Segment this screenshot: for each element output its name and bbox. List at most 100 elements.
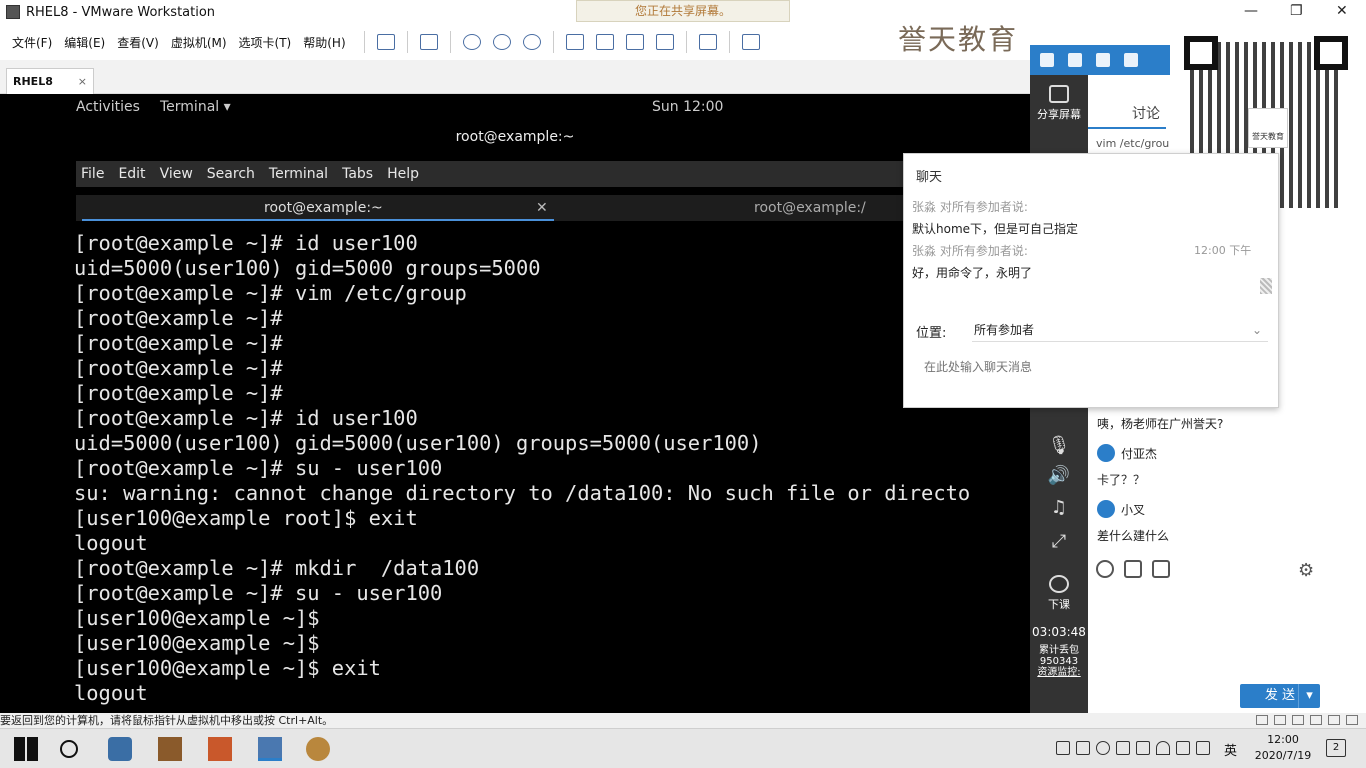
emoji-icon[interactable] xyxy=(1096,560,1114,578)
terminal-line: uid=5000(user100) gid=5000(user100) grou… xyxy=(74,431,762,455)
close-tab-icon[interactable]: ✕ xyxy=(536,195,548,221)
tray-app-icon[interactable] xyxy=(1056,741,1070,755)
terminal-line: [root@example ~]# id user100 xyxy=(74,231,418,255)
system-tray xyxy=(1056,741,1210,755)
export-icon[interactable] xyxy=(1096,53,1110,67)
terminal-output[interactable]: [root@example ~]# id user100 uid=5000(us… xyxy=(74,231,1030,713)
share-screen-button[interactable]: 分享屏幕 xyxy=(1030,85,1088,122)
gnome-clock[interactable]: Sun 12:00 xyxy=(652,99,723,115)
vm-tabbar: RHEL8 × xyxy=(0,60,1030,94)
unity-icon[interactable] xyxy=(655,34,674,50)
terminal-tab-active[interactable]: root@example:~ ✕ xyxy=(82,195,554,221)
packet-loss-label: 累计丢包 xyxy=(1039,645,1079,656)
menu-edit[interactable]: 编辑(E) xyxy=(64,34,105,51)
term-menu-search[interactable]: Search xyxy=(207,166,255,182)
recipient-value: 所有参加者 xyxy=(974,323,1035,337)
image-icon[interactable] xyxy=(1152,560,1170,578)
tray-app-icon[interactable] xyxy=(1136,741,1150,755)
tab-discussion[interactable]: 讨论 xyxy=(1132,103,1160,123)
layout-icon[interactable] xyxy=(1124,53,1138,67)
feed-user-name: 付亚杰 xyxy=(1121,446,1158,461)
menu-view[interactable]: 查看(V) xyxy=(117,34,159,51)
network-icon[interactable] xyxy=(1292,715,1304,725)
send-ctrl-alt-del-icon[interactable] xyxy=(419,34,438,50)
microphone-button[interactable]: 🎙 xyxy=(1030,435,1088,456)
notification-center-icon[interactable]: 2 xyxy=(1326,739,1346,757)
vmware-taskbar-icon[interactable] xyxy=(258,737,282,761)
hdd-icon[interactable] xyxy=(1256,715,1268,725)
display-icon[interactable] xyxy=(1346,715,1358,725)
stretch-guest-icon[interactable] xyxy=(741,34,760,50)
airplane-icon[interactable] xyxy=(1068,53,1082,67)
leave-class-button[interactable]: 下课 xyxy=(1030,575,1088,612)
snapshot-manager-icon[interactable] xyxy=(522,34,541,50)
tray-app-icon[interactable] xyxy=(1116,741,1130,755)
activities-button[interactable]: Activities xyxy=(76,99,140,115)
tray-app-icon[interactable] xyxy=(1076,741,1090,755)
menu-file[interactable]: 文件(F) xyxy=(12,34,52,51)
powerpoint-icon[interactable] xyxy=(208,737,232,761)
battery-icon[interactable] xyxy=(1176,741,1190,755)
notebook-app-icon[interactable] xyxy=(158,737,182,761)
tab-underline xyxy=(1088,127,1166,129)
minimize-button[interactable]: — xyxy=(1244,3,1258,19)
terminal-tab-2[interactable]: root@example:/ xyxy=(754,195,866,221)
terminal-line: [root@example ~]# xyxy=(74,381,283,405)
menu-vm[interactable]: 虚拟机(M) xyxy=(171,34,227,51)
search-icon[interactable] xyxy=(60,740,78,758)
maximize-button[interactable]: ❐ xyxy=(1290,3,1303,19)
snapshot-icon[interactable] xyxy=(462,34,481,50)
taskbar-clock[interactable]: 12:00 2020/7/19 xyxy=(1248,732,1318,764)
qr-finder xyxy=(1314,36,1348,70)
close-tab-icon[interactable]: × xyxy=(78,75,87,88)
close-button[interactable]: ✕ xyxy=(1336,3,1348,19)
packet-loss-value: 950343 xyxy=(1039,656,1079,667)
term-menu-edit[interactable]: Edit xyxy=(118,166,145,182)
term-menu-tabs[interactable]: Tabs xyxy=(342,166,373,182)
fullscreen-button[interactable]: ⤢ xyxy=(1030,531,1088,552)
menu-tabs[interactable]: 选项卡(T) xyxy=(239,34,292,51)
volume-icon[interactable] xyxy=(1196,741,1210,755)
pause-icon[interactable] xyxy=(376,34,395,50)
term-menu-file[interactable]: File xyxy=(81,166,104,182)
screen-share-banner: 您正在共享屏幕。 xyxy=(576,0,790,22)
meeting-app-icon[interactable] xyxy=(108,737,132,761)
full-screen-icon[interactable] xyxy=(625,34,644,50)
send-button[interactable]: 发 送 ▾ xyxy=(1240,684,1320,708)
wifi-icon[interactable] xyxy=(1156,741,1170,755)
music-button[interactable]: ♫ xyxy=(1030,497,1088,518)
term-menu-help[interactable]: Help xyxy=(387,166,419,182)
term-menu-view[interactable]: View xyxy=(160,166,193,182)
speaker-button[interactable]: 🔊 xyxy=(1030,465,1088,486)
cdrom-icon[interactable] xyxy=(1274,715,1286,725)
thumbnail-bar-icon[interactable] xyxy=(595,34,614,50)
toolbar-separator xyxy=(363,31,365,53)
sound-icon[interactable] xyxy=(1328,715,1340,725)
paint-icon[interactable] xyxy=(306,737,330,761)
resource-monitor-label[interactable]: 资源监控: xyxy=(1030,667,1088,678)
toolbar-separator xyxy=(685,31,687,53)
usb-icon[interactable] xyxy=(1310,715,1322,725)
term-menu-terminal[interactable]: Terminal xyxy=(269,166,328,182)
menu-help[interactable]: 帮助(H) xyxy=(303,34,345,51)
tray-app-icon[interactable] xyxy=(1096,741,1110,755)
chat-input[interactable] xyxy=(924,356,1264,378)
revert-snapshot-icon[interactable] xyxy=(492,34,511,50)
clock-date: 2020/7/19 xyxy=(1254,749,1312,762)
vm-tab-rhel8[interactable]: RHEL8 × xyxy=(6,68,94,94)
console-view-icon[interactable] xyxy=(698,34,717,50)
chevron-down-icon[interactable]: ▾ xyxy=(1298,684,1320,708)
settings-icon[interactable] xyxy=(1040,53,1054,67)
chat-scrollbar[interactable] xyxy=(1260,278,1272,294)
terminal-app-menu[interactable]: Terminal ▾ xyxy=(160,99,231,115)
scissors-icon[interactable] xyxy=(1124,560,1142,578)
terminal-line: [root@example ~]# su - user100 xyxy=(74,456,443,480)
device-icons xyxy=(1256,715,1358,725)
ime-indicator[interactable]: 英 xyxy=(1224,740,1237,759)
show-library-icon[interactable] xyxy=(565,34,584,50)
feed-message: 咦，杨老师在广州誉天? xyxy=(1097,417,1224,431)
vm-display[interactable]: Activities Terminal ▾ Sun 12:00 root@exa… xyxy=(0,95,1030,713)
gear-icon[interactable]: ⚙ xyxy=(1298,560,1314,581)
recipient-select[interactable]: 所有参加者 ⌄ xyxy=(972,318,1268,342)
windows-start-icon[interactable] xyxy=(14,737,38,761)
